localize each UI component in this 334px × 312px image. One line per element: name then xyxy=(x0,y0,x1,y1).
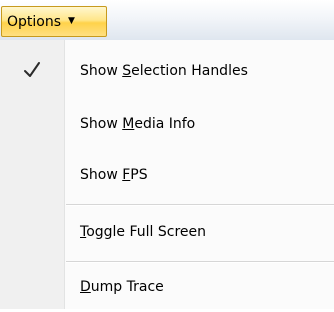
menu-item-show-media-info[interactable]: Show Media Info xyxy=(0,103,334,149)
menu-item-label: Dump Trace xyxy=(80,279,164,295)
menu-bar: Options ▼ xyxy=(0,0,334,40)
menu-separator-highlight xyxy=(66,205,334,206)
options-menu-label: Options xyxy=(7,13,62,30)
options-dropdown-menu: Show Selection Handles Show Media Info S… xyxy=(0,40,334,309)
menu-item-show-fps[interactable]: Show FPS xyxy=(0,154,334,200)
menu-separator-highlight xyxy=(66,262,334,263)
menu-item-toggle-full-screen[interactable]: Toggle Full Screen xyxy=(0,211,334,257)
menu-item-dump-trace[interactable]: Dump Trace xyxy=(0,266,334,312)
menu-item-show-selection-handles[interactable]: Show Selection Handles xyxy=(0,50,334,96)
menu-item-label: Toggle Full Screen xyxy=(80,224,207,240)
menu-item-label: Show Media Info xyxy=(80,116,196,132)
menu-item-label: Show FPS xyxy=(80,167,148,183)
checkmark-icon xyxy=(24,62,40,77)
chevron-down-icon: ▼ xyxy=(68,16,75,26)
menu-item-label: Show Selection Handles xyxy=(80,63,248,79)
options-menu-button[interactable]: Options ▼ xyxy=(1,6,107,37)
